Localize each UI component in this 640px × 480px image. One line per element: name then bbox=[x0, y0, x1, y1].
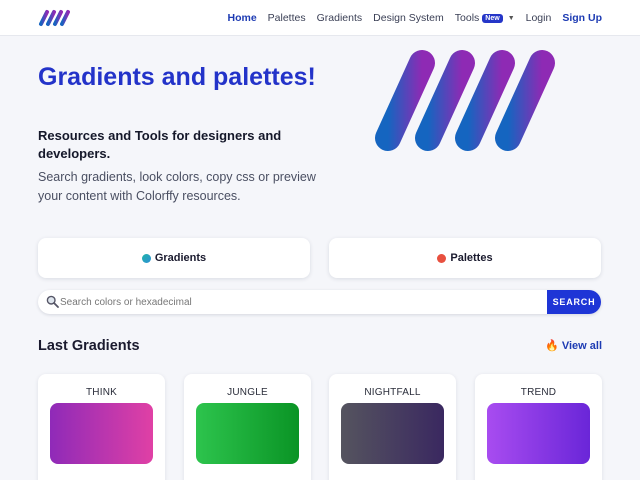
teal-dot-icon bbox=[141, 253, 151, 263]
nav-design-system-link[interactable]: Design System bbox=[373, 12, 444, 24]
gradient-name: TREND bbox=[520, 387, 557, 398]
red-dot-icon bbox=[437, 253, 447, 263]
nav-tools-label: Tools bbox=[454, 12, 480, 24]
gradients-toggle-button[interactable]: Gradients bbox=[38, 238, 310, 278]
hero-title: Gradients and palettes! bbox=[38, 63, 316, 91]
gradients-toggle-label: Gradients bbox=[154, 252, 207, 264]
gradient-swatch[interactable] bbox=[341, 403, 444, 464]
fire-icon: 🔥 bbox=[545, 340, 559, 352]
gradient-card-jungle[interactable]: JUNGLE bbox=[184, 374, 311, 480]
palettes-toggle-label: Palettes bbox=[450, 252, 493, 264]
view-all-label: View all bbox=[561, 339, 602, 352]
brand-logo-icon[interactable] bbox=[38, 9, 70, 27]
gradient-card-nightfall[interactable]: NIGHTFALL bbox=[329, 374, 456, 480]
nav-palettes-link[interactable]: Palettes bbox=[268, 12, 306, 24]
gradient-name: NIGHTFALL bbox=[364, 387, 421, 398]
nav-tools-dropdown[interactable]: Tools New ▼ bbox=[455, 12, 515, 24]
nav-home-link[interactable]: Home bbox=[227, 12, 256, 24]
nav-gradients-link[interactable]: Gradients bbox=[317, 12, 363, 24]
nav-login-link[interactable]: Login bbox=[526, 12, 552, 24]
new-badge: New bbox=[482, 13, 503, 23]
hero-stripes-illustration bbox=[375, 50, 555, 151]
main-nav: Home Palettes Gradients Design System To… bbox=[227, 0, 602, 36]
section-title: Last Gradients bbox=[38, 338, 140, 354]
caret-down-icon: ▼ bbox=[507, 14, 515, 22]
magnifier-icon bbox=[46, 295, 59, 308]
palettes-toggle-button[interactable]: Palettes bbox=[329, 238, 601, 278]
gradient-card-trend[interactable]: TREND bbox=[475, 374, 602, 480]
gradient-swatch[interactable] bbox=[50, 403, 153, 464]
search-bar: SEARCH bbox=[38, 290, 601, 314]
hero-subtitle: Resources and Tools for designers and de… bbox=[38, 128, 282, 161]
gradient-name: JUNGLE bbox=[227, 387, 268, 398]
gradient-name: THINK bbox=[86, 387, 117, 398]
view-all-link[interactable]: 🔥 View all bbox=[545, 339, 602, 353]
nav-signup-link[interactable]: Sign Up bbox=[562, 12, 602, 24]
top-navbar: Home Palettes Gradients Design System To… bbox=[0, 0, 640, 36]
search-input[interactable] bbox=[60, 293, 560, 311]
gradient-swatch[interactable] bbox=[487, 403, 590, 464]
hero-description: Search gradients, look colors, copy css … bbox=[38, 170, 316, 203]
gradient-swatch[interactable] bbox=[196, 403, 299, 464]
search-button[interactable]: SEARCH bbox=[547, 290, 601, 314]
gradient-card-think[interactable]: THINK bbox=[38, 374, 165, 480]
